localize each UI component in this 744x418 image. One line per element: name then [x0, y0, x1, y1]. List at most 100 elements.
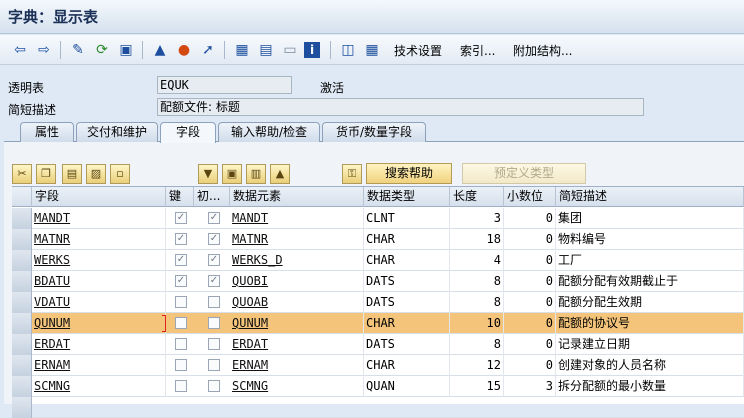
paste-icon[interactable]: ▤	[62, 164, 82, 184]
row-selector[interactable]	[12, 292, 32, 313]
other-object-icon[interactable]: ⟳	[92, 40, 112, 60]
activate-icon[interactable]: ▲	[150, 40, 170, 60]
row-selector[interactable]	[12, 397, 32, 418]
initial-checkbox[interactable]	[208, 338, 220, 350]
key-checkbox[interactable]: ✓	[175, 275, 187, 287]
data-element-cell[interactable]: ERDAT	[230, 334, 364, 355]
decimals-cell[interactable]: 0	[504, 229, 556, 250]
table-name-field[interactable]: EQUK	[157, 76, 292, 94]
table-row-empty[interactable]	[12, 397, 744, 418]
length-cell[interactable]: 12	[450, 355, 504, 376]
short-desc-field[interactable]: 配额文件: 标题	[157, 98, 644, 116]
decimals-cell[interactable]: 0	[504, 313, 556, 334]
field-name-cell[interactable]: QUNUM	[32, 313, 166, 334]
col-header-short-desc[interactable]: 简短描述	[556, 187, 744, 207]
initial-checkbox[interactable]: ✓	[208, 212, 220, 224]
data-element-cell[interactable]: WERKS_D	[230, 250, 364, 271]
check-icon[interactable]: ▣	[116, 40, 136, 60]
expand-icon[interactable]: ▥	[246, 164, 266, 184]
hierarchy-icon[interactable]: ▦	[232, 40, 252, 60]
key-icon[interactable]: ⚿	[342, 164, 362, 184]
key-checkbox[interactable]: ✓	[175, 212, 187, 224]
length-cell[interactable]: 3	[450, 208, 504, 229]
structure-icon[interactable]: ◫	[338, 40, 358, 60]
decimals-cell[interactable]: 0	[504, 334, 556, 355]
key-checkbox[interactable]: ✓	[175, 233, 187, 245]
data-element-cell[interactable]: QUOBI	[230, 271, 364, 292]
data-type-cell[interactable]: CHAR	[364, 313, 450, 334]
tech-settings-button[interactable]: 技术设置	[394, 40, 442, 60]
table-row[interactable]: MATNR ✓ ✓ MATNR CHAR 18 0 物料编号	[12, 229, 744, 250]
col-header-field[interactable]: 字段	[32, 187, 166, 207]
length-cell[interactable]: 8	[450, 334, 504, 355]
table-row[interactable]: SCMNG SCMNG QUAN 15 3 拆分配额的最小数量	[12, 376, 744, 397]
tab-currency-quantity[interactable]: 货币/数量字段	[322, 122, 426, 142]
decimals-cell[interactable]: 0	[504, 250, 556, 271]
length-cell[interactable]: 8	[450, 271, 504, 292]
tab-input-help-check[interactable]: 输入帮助/检查	[218, 122, 320, 142]
info-icon[interactable]: i	[304, 42, 320, 58]
tab-fields[interactable]: 字段	[160, 122, 216, 143]
initial-checkbox[interactable]	[208, 296, 220, 308]
key-checkbox[interactable]	[175, 359, 187, 371]
col-header-decimals[interactable]: 小数位	[504, 187, 556, 207]
data-type-cell[interactable]: DATS	[364, 292, 450, 313]
tab-delivery-maintenance[interactable]: 交付和维护	[76, 122, 158, 142]
initial-checkbox[interactable]	[208, 317, 220, 329]
decimals-cell[interactable]: 3	[504, 376, 556, 397]
arrow-right-icon[interactable]: ⇨	[34, 40, 54, 60]
cut-icon[interactable]: ✂	[12, 164, 32, 184]
data-type-cell[interactable]: QUAN	[364, 376, 450, 397]
row-selector[interactable]	[12, 376, 32, 397]
length-cell[interactable]: 10	[450, 313, 504, 334]
data-element-cell[interactable]: QUOAB	[230, 292, 364, 313]
sort-up-icon[interactable]: ▲	[270, 164, 290, 184]
col-header-key[interactable]: 键	[166, 187, 194, 207]
tab-attributes[interactable]: 属性	[20, 122, 74, 142]
field-name-cell[interactable]: VDATU	[32, 292, 166, 313]
select-all-header[interactable]	[12, 187, 32, 207]
include-icon[interactable]: ▣	[222, 164, 242, 184]
copy-icon[interactable]: ❐	[36, 164, 56, 184]
field-name-cell[interactable]: WERKS	[32, 250, 166, 271]
initial-checkbox[interactable]	[208, 359, 220, 371]
length-cell[interactable]: 8	[450, 292, 504, 313]
length-cell[interactable]: 15	[450, 376, 504, 397]
key-checkbox[interactable]	[175, 380, 187, 392]
data-type-cell[interactable]: DATS	[364, 271, 450, 292]
table-row[interactable]: ERNAM ERNAM CHAR 12 0 创建对象的人员名称	[12, 355, 744, 376]
col-header-initial[interactable]: 初...	[194, 187, 230, 207]
data-type-cell[interactable]: CHAR	[364, 229, 450, 250]
table-row[interactable]: VDATU QUOAB DATS 8 0 配额分配生效期	[12, 292, 744, 313]
col-header-length[interactable]: 长度	[450, 187, 504, 207]
arrow-left-icon[interactable]: ⇦	[10, 40, 30, 60]
initial-checkbox[interactable]	[208, 380, 220, 392]
field-name-cell[interactable]: SCMNG	[32, 376, 166, 397]
table-row[interactable]: WERKS ✓ ✓ WERKS_D CHAR 4 0 工厂	[12, 250, 744, 271]
field-name-cell[interactable]: BDATU	[32, 271, 166, 292]
row-selector[interactable]	[12, 271, 32, 292]
display-icon[interactable]: ▭	[280, 40, 300, 60]
decimals-cell[interactable]: 0	[504, 292, 556, 313]
append-structure-button[interactable]: 附加结构...	[513, 40, 572, 60]
data-element-cell[interactable]: MATNR	[230, 229, 364, 250]
row-selector[interactable]	[12, 334, 32, 355]
object-list-icon[interactable]: ➚	[198, 40, 218, 60]
decimals-cell[interactable]: 0	[504, 208, 556, 229]
decimals-cell[interactable]: 0	[504, 271, 556, 292]
key-checkbox[interactable]	[175, 317, 187, 329]
key-checkbox[interactable]	[175, 338, 187, 350]
col-header-data-type[interactable]: 数据类型	[364, 187, 450, 207]
row-selector[interactable]	[12, 355, 32, 376]
table-icon[interactable]: ▦	[362, 40, 382, 60]
field-name-cell[interactable]: MATNR	[32, 229, 166, 250]
table-row[interactable]: ERDAT ERDAT DATS 8 0 记录建立日期	[12, 334, 744, 355]
data-element-cell[interactable]: SCMNG	[230, 376, 364, 397]
field-name-cell[interactable]: ERNAM	[32, 355, 166, 376]
insert-row-icon[interactable]: ▨	[86, 164, 106, 184]
key-checkbox[interactable]	[175, 296, 187, 308]
initial-checkbox[interactable]: ✓	[208, 233, 220, 245]
initial-checkbox[interactable]: ✓	[208, 254, 220, 266]
row-selector[interactable]	[12, 313, 32, 334]
data-element-cell[interactable]: QUNUM	[230, 313, 364, 334]
